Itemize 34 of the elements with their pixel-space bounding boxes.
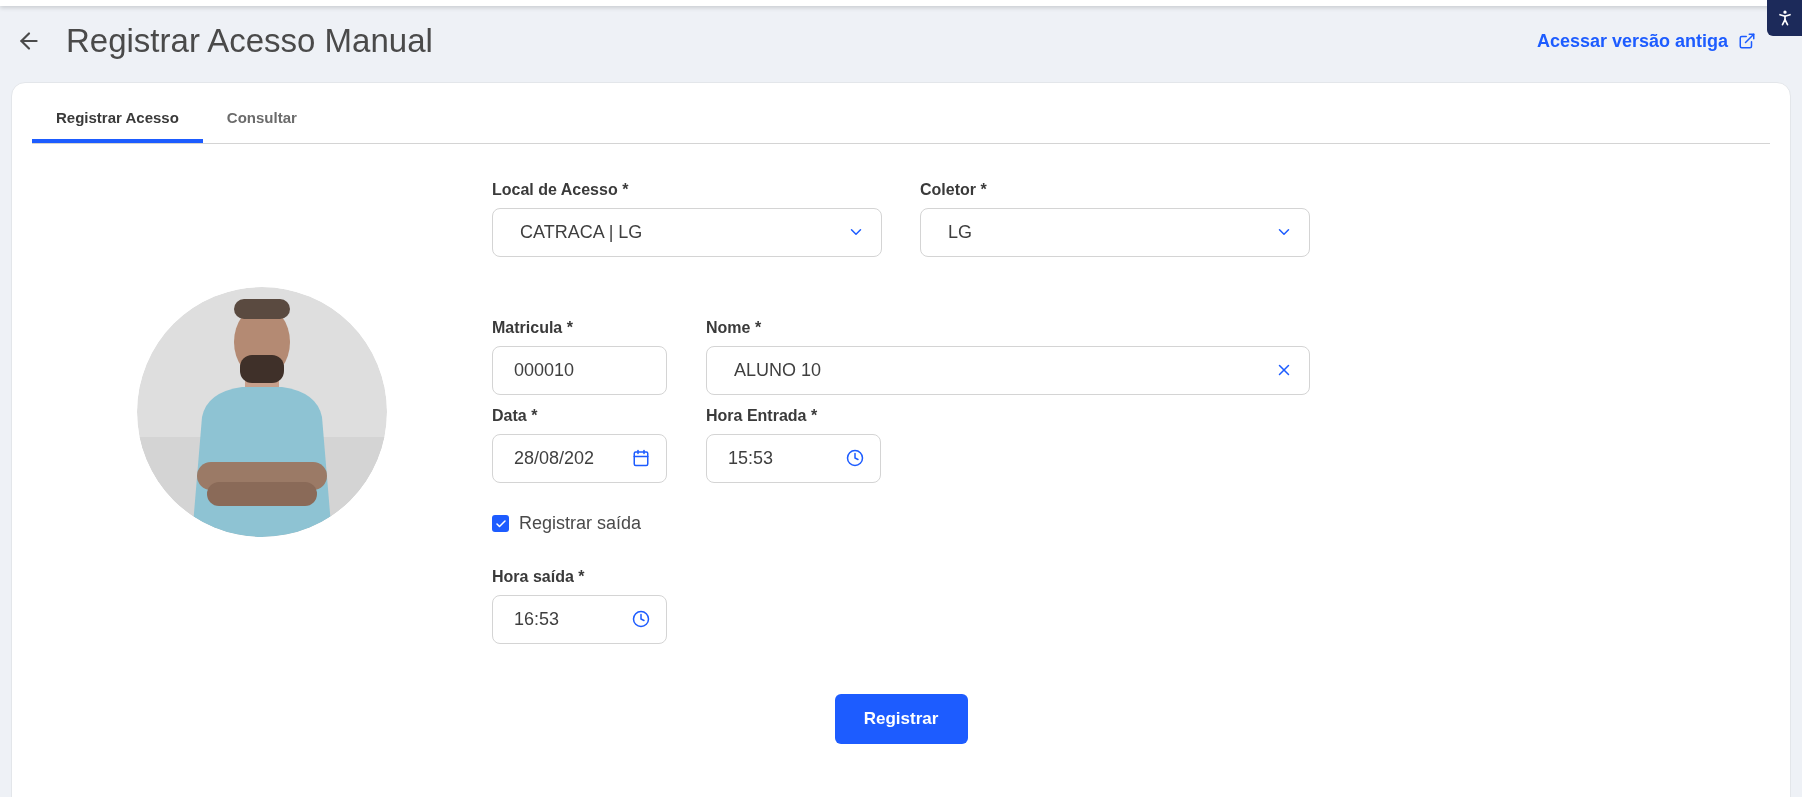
field-value: 000010 [514,358,575,382]
accessibility-button[interactable] [1767,0,1802,36]
field-value: ALUNO 10 [734,358,822,382]
field-label: Coletor * [920,179,988,200]
time-field[interactable]: 15:53 [706,433,881,483]
field-value: LG [948,220,972,244]
check-icon [494,517,507,530]
field-value: 16:53 [514,607,560,631]
calendar-icon [632,449,650,467]
field-value: CATRACA | LG [520,220,643,244]
field-label: Matricula * [492,317,574,338]
input-field[interactable]: ALUNO 10 [706,345,1310,395]
field-value: 28/08/202 [514,446,595,470]
checkbox[interactable] [492,515,509,532]
time-field[interactable]: 16:53 [492,594,667,644]
register-button[interactable]: Registrar [834,693,968,744]
page-title: Registrar Acesso Manual [66,21,433,62]
dropdown-field[interactable]: LG [920,207,1310,257]
field-label: Hora saída * [492,566,586,587]
field-label: Local de Acesso * [492,179,630,200]
exit-checkbox-row[interactable]: Registrar saída [492,512,1310,535]
field-value: 15:53 [728,446,774,470]
date-field[interactable]: 28/08/202 [492,433,667,483]
input-field[interactable]: 000010 [492,345,667,395]
field-label: Nome * [706,317,763,338]
tab[interactable]: Consultar [202,105,321,143]
clock-icon [632,610,650,628]
field-label: Hora Entrada * [706,405,819,426]
old-version-link[interactable]: Acessar versão antiga [1536,27,1756,55]
external-link-icon [1738,32,1756,50]
dropdown-field[interactable]: CATRACA | LG [492,207,882,257]
tab[interactable]: Registrar Acesso [32,105,203,143]
field-label: Data * [492,405,539,426]
clock-icon [846,449,864,467]
